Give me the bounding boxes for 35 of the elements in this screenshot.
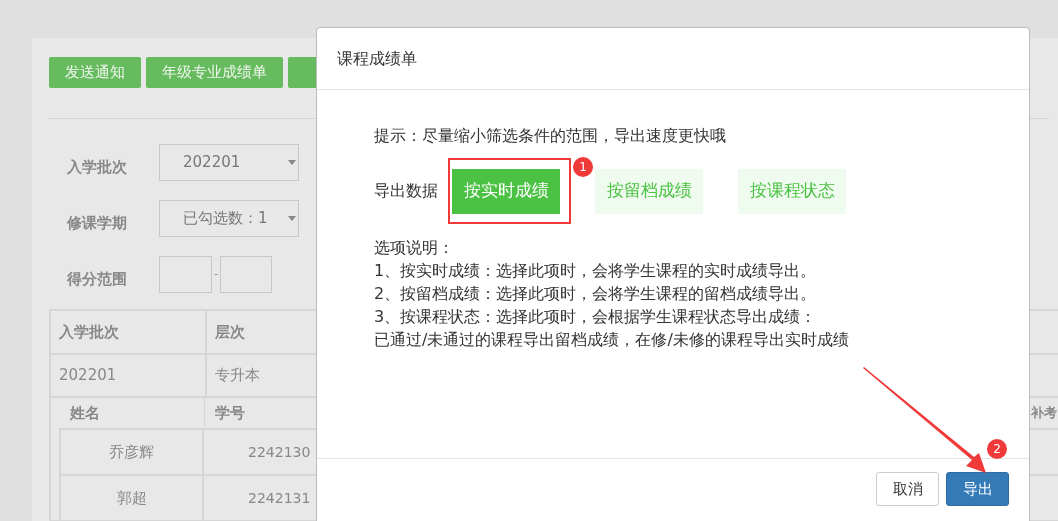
export-option[interactable]: 按实时成绩 bbox=[452, 168, 560, 214]
caret-icon bbox=[288, 159, 296, 165]
note-line: 2、按留档成绩：选择此项时，会将学生课程的留档成绩导出。 bbox=[374, 283, 818, 305]
column-header: 补考 bbox=[1031, 404, 1057, 423]
select-field[interactable]: 已勾选数：1 bbox=[159, 199, 299, 237]
table-cell-text: 2242131 bbox=[247, 488, 311, 508]
cancel-button[interactable]: 取消 bbox=[876, 472, 939, 506]
range-separator: - bbox=[214, 266, 219, 283]
note-line: 选项说明： bbox=[374, 237, 455, 259]
note-line: 已通过/未通过的课程导出留档成绩，在修/未修的课程导出实时成绩 bbox=[374, 329, 850, 351]
max-input-field[interactable] bbox=[220, 255, 273, 293]
table-cell-text: 专升本 bbox=[214, 365, 260, 387]
column-header: 层次 bbox=[214, 321, 245, 343]
filter-label: 修课学期 bbox=[65, 212, 128, 234]
export-button[interactable]: 导出 bbox=[946, 472, 1009, 506]
dialog-title: 课程成绩单 bbox=[337, 47, 417, 70]
min-input-field[interactable] bbox=[159, 255, 212, 293]
export-label: 导出数据 bbox=[374, 180, 438, 202]
note-line: 1、按实时成绩：选择此项时，会将学生课程的实时成绩导出。 bbox=[374, 260, 818, 282]
table-cell: 202201 bbox=[51, 355, 207, 396]
table-cell: 乔彦辉 bbox=[61, 430, 204, 474]
toolbar-button[interactable]: 年级专业成绩单 bbox=[146, 57, 283, 88]
select-field[interactable]: 202201 bbox=[159, 143, 299, 181]
table-cell-text: 2242130 bbox=[247, 442, 311, 462]
export-option[interactable]: 按留档成绩 bbox=[595, 168, 703, 214]
hint-text: 提示：尽量缩小筛选条件的范围，导出速度更快哦 bbox=[374, 125, 727, 147]
filter-label: 得分范围 bbox=[66, 268, 128, 290]
caret-icon bbox=[288, 215, 296, 221]
column-header: 姓名 bbox=[69, 402, 101, 424]
toolbar-button[interactable]: 发送通知 bbox=[49, 57, 141, 88]
table-cell: 郭超 bbox=[61, 476, 204, 520]
column-header: 入学批次 bbox=[51, 311, 207, 353]
export-option[interactable]: 按课程状态 bbox=[738, 168, 846, 214]
filter-label: 入学批次 bbox=[66, 156, 128, 178]
note-line: 3、按课程状态：选择此项时，会根据学生课程状态导出成绩： bbox=[374, 306, 818, 328]
